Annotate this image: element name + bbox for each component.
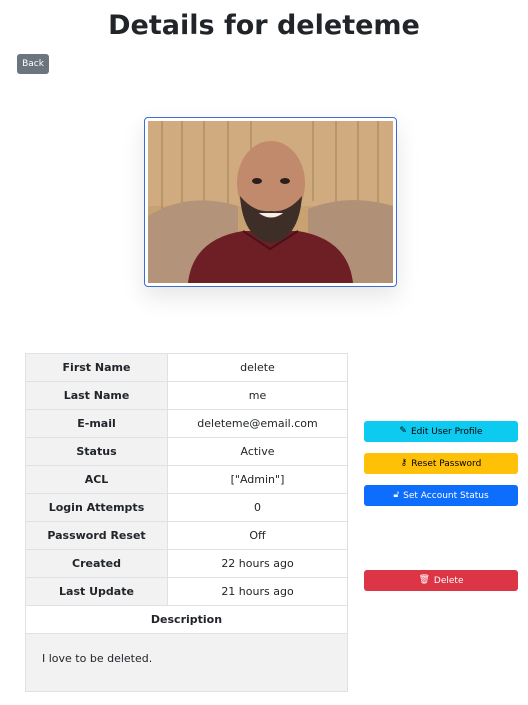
edit-icon: ✎ (399, 426, 407, 436)
last-name-value: me (167, 381, 348, 410)
password-reset-value: Off (167, 521, 348, 550)
back-button[interactable]: Back (17, 54, 49, 74)
table-row: E-mail deleteme@email.com (25, 409, 348, 438)
first-name-value: delete (167, 353, 348, 382)
key-icon: ⚷ (400, 458, 408, 468)
edit-user-profile-button[interactable]: ✎ Edit User Profile (364, 421, 518, 442)
email-label: E-mail (25, 409, 168, 438)
trash-icon: 🗑︎ (418, 575, 430, 585)
last-update-label: Last Update (25, 577, 168, 606)
created-value: 22 hours ago (167, 549, 348, 578)
table-row: Login Attempts 0 (25, 493, 348, 522)
reset-password-label: Reset Password (411, 458, 482, 469)
table-row: Last Name me (25, 381, 348, 410)
status-label: Status (25, 437, 168, 466)
set-account-status-label: Set Account Status (403, 490, 489, 501)
last-name-label: Last Name (25, 381, 168, 410)
set-account-status-button[interactable]: 🔓︎ Set Account Status (364, 485, 518, 506)
description-heading: Description (25, 605, 348, 634)
profile-photo (148, 121, 393, 283)
table-row: I love to be deleted. (25, 633, 348, 692)
last-update-value: 21 hours ago (167, 577, 348, 606)
table-row: Last Update 21 hours ago (25, 577, 348, 606)
profile-photo-frame (144, 117, 397, 287)
email-value: deleteme@email.com (167, 409, 348, 438)
table-row: Created 22 hours ago (25, 549, 348, 578)
delete-button[interactable]: 🗑︎ Delete (364, 570, 518, 591)
login-attempts-label: Login Attempts (25, 493, 168, 522)
delete-label: Delete (433, 575, 464, 586)
page-title: Details for deleteme (108, 10, 420, 41)
acl-value: ["Admin"] (167, 465, 348, 494)
created-label: Created (25, 549, 168, 578)
user-details-table: First Name delete Last Name me E-mail de… (25, 353, 348, 692)
table-row: Password Reset Off (25, 521, 348, 550)
table-row: ACL ["Admin"] (25, 465, 348, 494)
description-text: I love to be deleted. (25, 633, 348, 692)
unlock-icon: 🔓︎ (393, 490, 400, 500)
status-value: Active (167, 437, 348, 466)
first-name-label: First Name (25, 353, 168, 382)
table-row: First Name delete (25, 353, 348, 382)
password-reset-label: Password Reset (25, 521, 168, 550)
edit-user-profile-label: Edit User Profile (410, 426, 483, 437)
acl-label: ACL (25, 465, 168, 494)
table-row: Status Active (25, 437, 348, 466)
table-row: Description (25, 605, 348, 634)
login-attempts-value: 0 (167, 493, 348, 522)
reset-password-button[interactable]: ⚷ Reset Password (364, 453, 518, 474)
